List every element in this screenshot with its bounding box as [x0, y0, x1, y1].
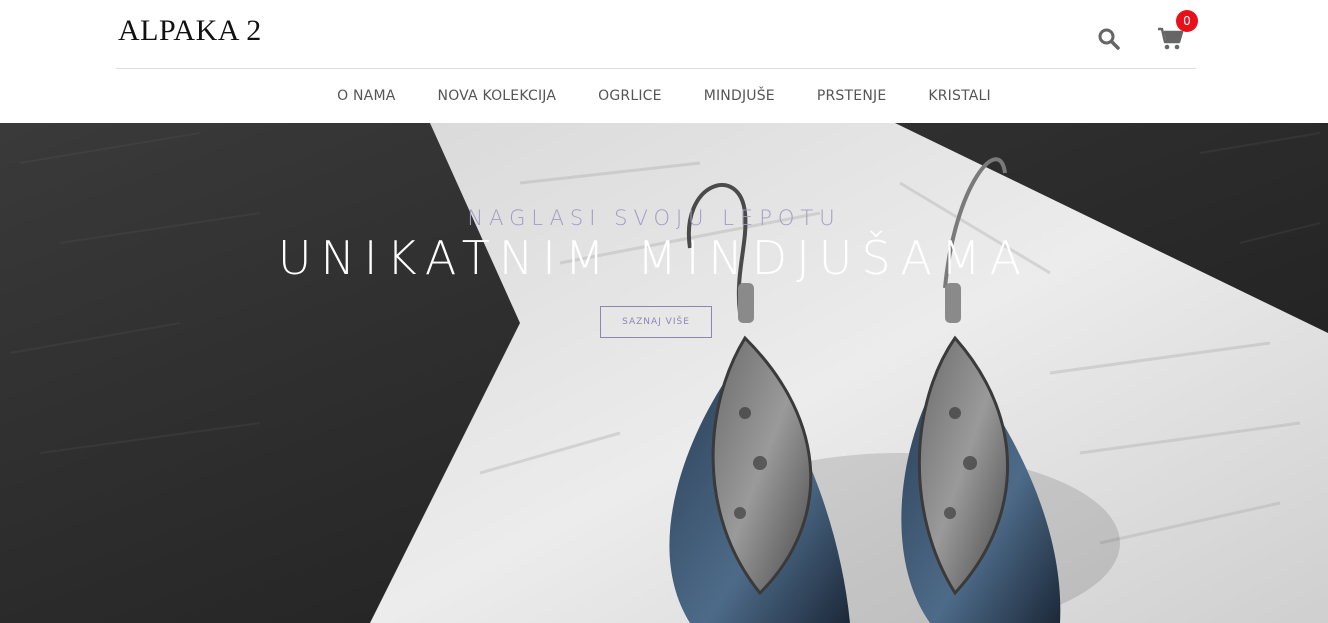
site-logo[interactable]: ALPAKA 2 [118, 14, 262, 48]
learn-more-button[interactable]: SAZNAJ VIŠE [600, 306, 712, 338]
nav-item-mindjuse[interactable]: MINDJUŠE [704, 88, 775, 104]
hero-title: UNIKATNIM MINDJUŠAMA [277, 231, 1031, 285]
hero-subtitle: NAGLASI SVOJU LEPOTU [467, 206, 841, 230]
nav-item-ogrlice[interactable]: OGRLICE [598, 88, 662, 104]
hero-banner: NAGLASI SVOJU LEPOTU UNIKATNIM MINDJUŠAM… [0, 123, 1328, 623]
cart-count-badge: 0 [1176, 10, 1198, 32]
nav-item-kristali[interactable]: KRISTALI [928, 88, 991, 104]
site-header: ALPAKA 2 0 O NAMA NOVA KOLEKCIJA OGRLICE… [0, 0, 1328, 123]
nav-item-prstenje[interactable]: PRSTENJE [817, 88, 887, 104]
nav-item-o-nama[interactable]: O NAMA [337, 88, 395, 104]
main-nav: O NAMA NOVA KOLEKCIJA OGRLICE MINDJUŠE P… [0, 69, 1328, 123]
search-icon[interactable] [1097, 27, 1121, 51]
nav-item-nova-kolekcija[interactable]: NOVA KOLEKCIJA [438, 88, 557, 104]
hero-image [0, 123, 1328, 623]
